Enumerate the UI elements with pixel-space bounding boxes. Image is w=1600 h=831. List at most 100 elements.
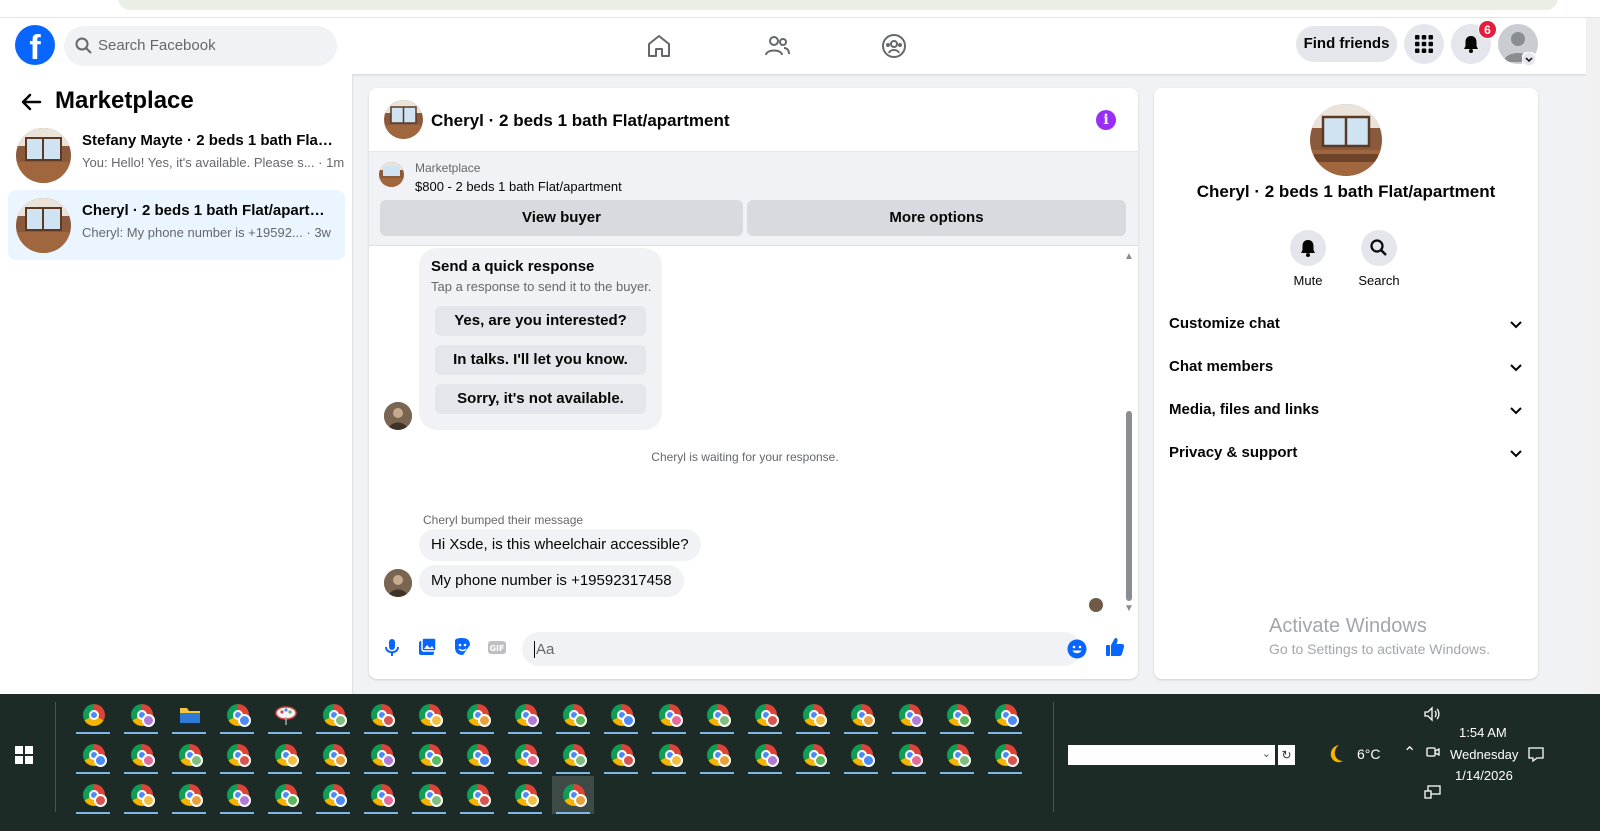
taskbar-browser-app-icon[interactable] [360, 696, 402, 734]
taskbar-browser-app-icon[interactable] [648, 736, 690, 774]
taskbar-browser-app-icon[interactable] [456, 776, 498, 814]
network-icon[interactable] [1424, 784, 1442, 800]
speaker-icon[interactable] [1423, 705, 1441, 723]
mute-button[interactable]: Mute [1273, 230, 1343, 288]
moon-weather-icon[interactable] [1325, 743, 1347, 765]
taskbar-browser-app-icon[interactable] [696, 696, 738, 734]
notification-center-icon[interactable] [1527, 745, 1545, 763]
taskbar-browser-app-icon[interactable] [648, 696, 690, 734]
taskbar-browser-app-icon[interactable] [504, 736, 546, 774]
taskbar-browser-app-icon[interactable] [408, 776, 450, 814]
taskbar-browser-app-icon[interactable] [552, 736, 594, 774]
taskbar-browser-app-icon[interactable] [456, 696, 498, 734]
privacy-support-row[interactable]: Privacy & support [1169, 442, 1524, 466]
meet-now-icon[interactable] [1425, 744, 1441, 760]
friends-icon[interactable] [759, 28, 795, 64]
tray-chevron-up-icon[interactable]: ⌃ [1403, 743, 1416, 763]
taskbar-browser-app-icon[interactable] [888, 736, 930, 774]
customize-chat-row[interactable]: Customize chat [1169, 313, 1524, 337]
taskbar-address-input[interactable]: ⌄ [1068, 745, 1275, 765]
taskbar-browser-app-icon[interactable] [360, 736, 402, 774]
home-icon[interactable] [641, 28, 677, 64]
scroll-down-arrow-icon[interactable]: ▼ [1124, 603, 1134, 614]
windows-start-icon[interactable] [15, 746, 33, 764]
taskbar-browser-app-icon[interactable] [120, 696, 162, 734]
chat-title[interactable]: Cheryl · 2 beds 1 bath Flat/apartment [431, 111, 730, 131]
taskbar-browser-app-icon[interactable] [552, 776, 594, 814]
taskbar-browser-app-icon[interactable] [408, 736, 450, 774]
taskbar-browser-app-icon[interactable] [264, 696, 306, 734]
microphone-icon[interactable] [381, 636, 403, 658]
chat-scrollbar[interactable]: ▲ ▼ [1121, 251, 1135, 614]
taskbar-browser-app-icon[interactable] [312, 696, 354, 734]
search-in-chat-button[interactable]: Search [1344, 230, 1414, 288]
quick-response-option[interactable]: Sorry, it's not available. [435, 384, 646, 414]
taskbar-browser-app-icon[interactable] [744, 696, 786, 734]
taskbar-browser-app-icon[interactable] [72, 736, 114, 774]
taskbar-browser-app-icon[interactable] [792, 696, 834, 734]
taskbar-browser-app-icon[interactable] [840, 736, 882, 774]
gif-icon[interactable]: GIF [486, 636, 508, 658]
taskbar-browser-app-icon[interactable] [840, 696, 882, 734]
search-input[interactable]: Search Facebook [64, 26, 337, 66]
menu-grid-button[interactable] [1404, 24, 1444, 64]
photo-attach-icon[interactable] [416, 636, 438, 658]
sender-avatar[interactable] [384, 569, 412, 597]
taskbar-browser-app-icon[interactable] [600, 696, 642, 734]
quick-response-option[interactable]: In talks. I'll let you know. [435, 345, 646, 375]
taskbar-browser-app-icon[interactable] [264, 776, 306, 814]
taskbar-browser-app-icon[interactable] [312, 736, 354, 774]
taskbar-browser-app-icon[interactable] [936, 736, 978, 774]
taskbar-browser-app-icon[interactable] [504, 696, 546, 734]
thumbs-up-icon[interactable] [1104, 636, 1126, 658]
page-scrollbar[interactable] [1586, 18, 1600, 694]
taskbar-browser-app-icon[interactable] [216, 736, 258, 774]
message-bubble[interactable]: My phone number is +19592317458 [419, 565, 684, 597]
taskbar-browser-app-icon[interactable] [408, 696, 450, 734]
taskbar-browser-app-icon[interactable] [120, 736, 162, 774]
taskbar-browser-app-icon[interactable] [504, 776, 546, 814]
taskbar-browser-app-icon[interactable] [696, 736, 738, 774]
taskbar-browser-app-icon[interactable] [216, 696, 258, 734]
browser-address-bar[interactable] [118, 0, 1558, 10]
scrollbar-thumb[interactable] [1126, 411, 1132, 601]
taskbar-browser-app-icon[interactable] [216, 776, 258, 814]
view-buyer-button[interactable]: View buyer [380, 200, 743, 236]
taskbar-browser-app-icon[interactable] [744, 736, 786, 774]
chat-listing-thumbnail[interactable] [384, 100, 423, 139]
clock-date[interactable]: 1/14/2026 [1455, 768, 1513, 783]
taskbar-browser-app-icon[interactable] [168, 696, 210, 734]
taskbar-browser-app-icon[interactable] [792, 736, 834, 774]
taskbar-browser-app-icon[interactable] [360, 776, 402, 814]
refresh-icon[interactable]: ↻ [1278, 745, 1295, 765]
listing-price-title[interactable]: $800 - 2 beds 1 bath Flat/apartment [415, 179, 622, 194]
clock-day[interactable]: Wednesday [1450, 747, 1518, 762]
back-arrow-icon[interactable] [20, 91, 42, 113]
taskbar-browser-app-icon[interactable] [168, 736, 210, 774]
message-input[interactable]: Aa [522, 632, 1087, 666]
quick-response-option[interactable]: Yes, are you interested? [435, 306, 646, 336]
taskbar-browser-app-icon[interactable] [456, 736, 498, 774]
taskbar-browser-app-icon[interactable] [936, 696, 978, 734]
facebook-logo-icon[interactable]: f [15, 25, 55, 65]
info-listing-thumbnail[interactable] [1310, 104, 1382, 176]
taskbar-browser-app-icon[interactable] [168, 776, 210, 814]
taskbar-browser-app-icon[interactable] [600, 736, 642, 774]
taskbar-browser-app-icon[interactable] [312, 776, 354, 814]
conversation-item-active[interactable]: Cheryl · 2 beds 1 bath Flat/apartm... Ch… [8, 190, 345, 260]
taskbar-browser-app-icon[interactable] [984, 736, 1026, 774]
info-icon[interactable]: i [1096, 110, 1116, 130]
account-caret-icon[interactable] [1522, 52, 1536, 66]
taskbar-browser-app-icon[interactable] [552, 696, 594, 734]
taskbar-browser-app-icon[interactable] [264, 736, 306, 774]
more-options-button[interactable]: More options [747, 200, 1126, 236]
taskbar-browser-app-icon[interactable] [120, 776, 162, 814]
sender-avatar[interactable] [384, 402, 412, 430]
chat-members-row[interactable]: Chat members [1169, 356, 1524, 380]
message-bubble[interactable]: Hi Xsde, is this wheelchair accessible? [419, 529, 701, 561]
taskbar-browser-app-icon[interactable] [72, 696, 114, 734]
groups-icon[interactable] [876, 28, 912, 64]
sticker-icon[interactable] [451, 636, 473, 658]
media-files-links-row[interactable]: Media, files and links [1169, 399, 1524, 423]
find-friends-button[interactable]: Find friends [1296, 26, 1397, 62]
